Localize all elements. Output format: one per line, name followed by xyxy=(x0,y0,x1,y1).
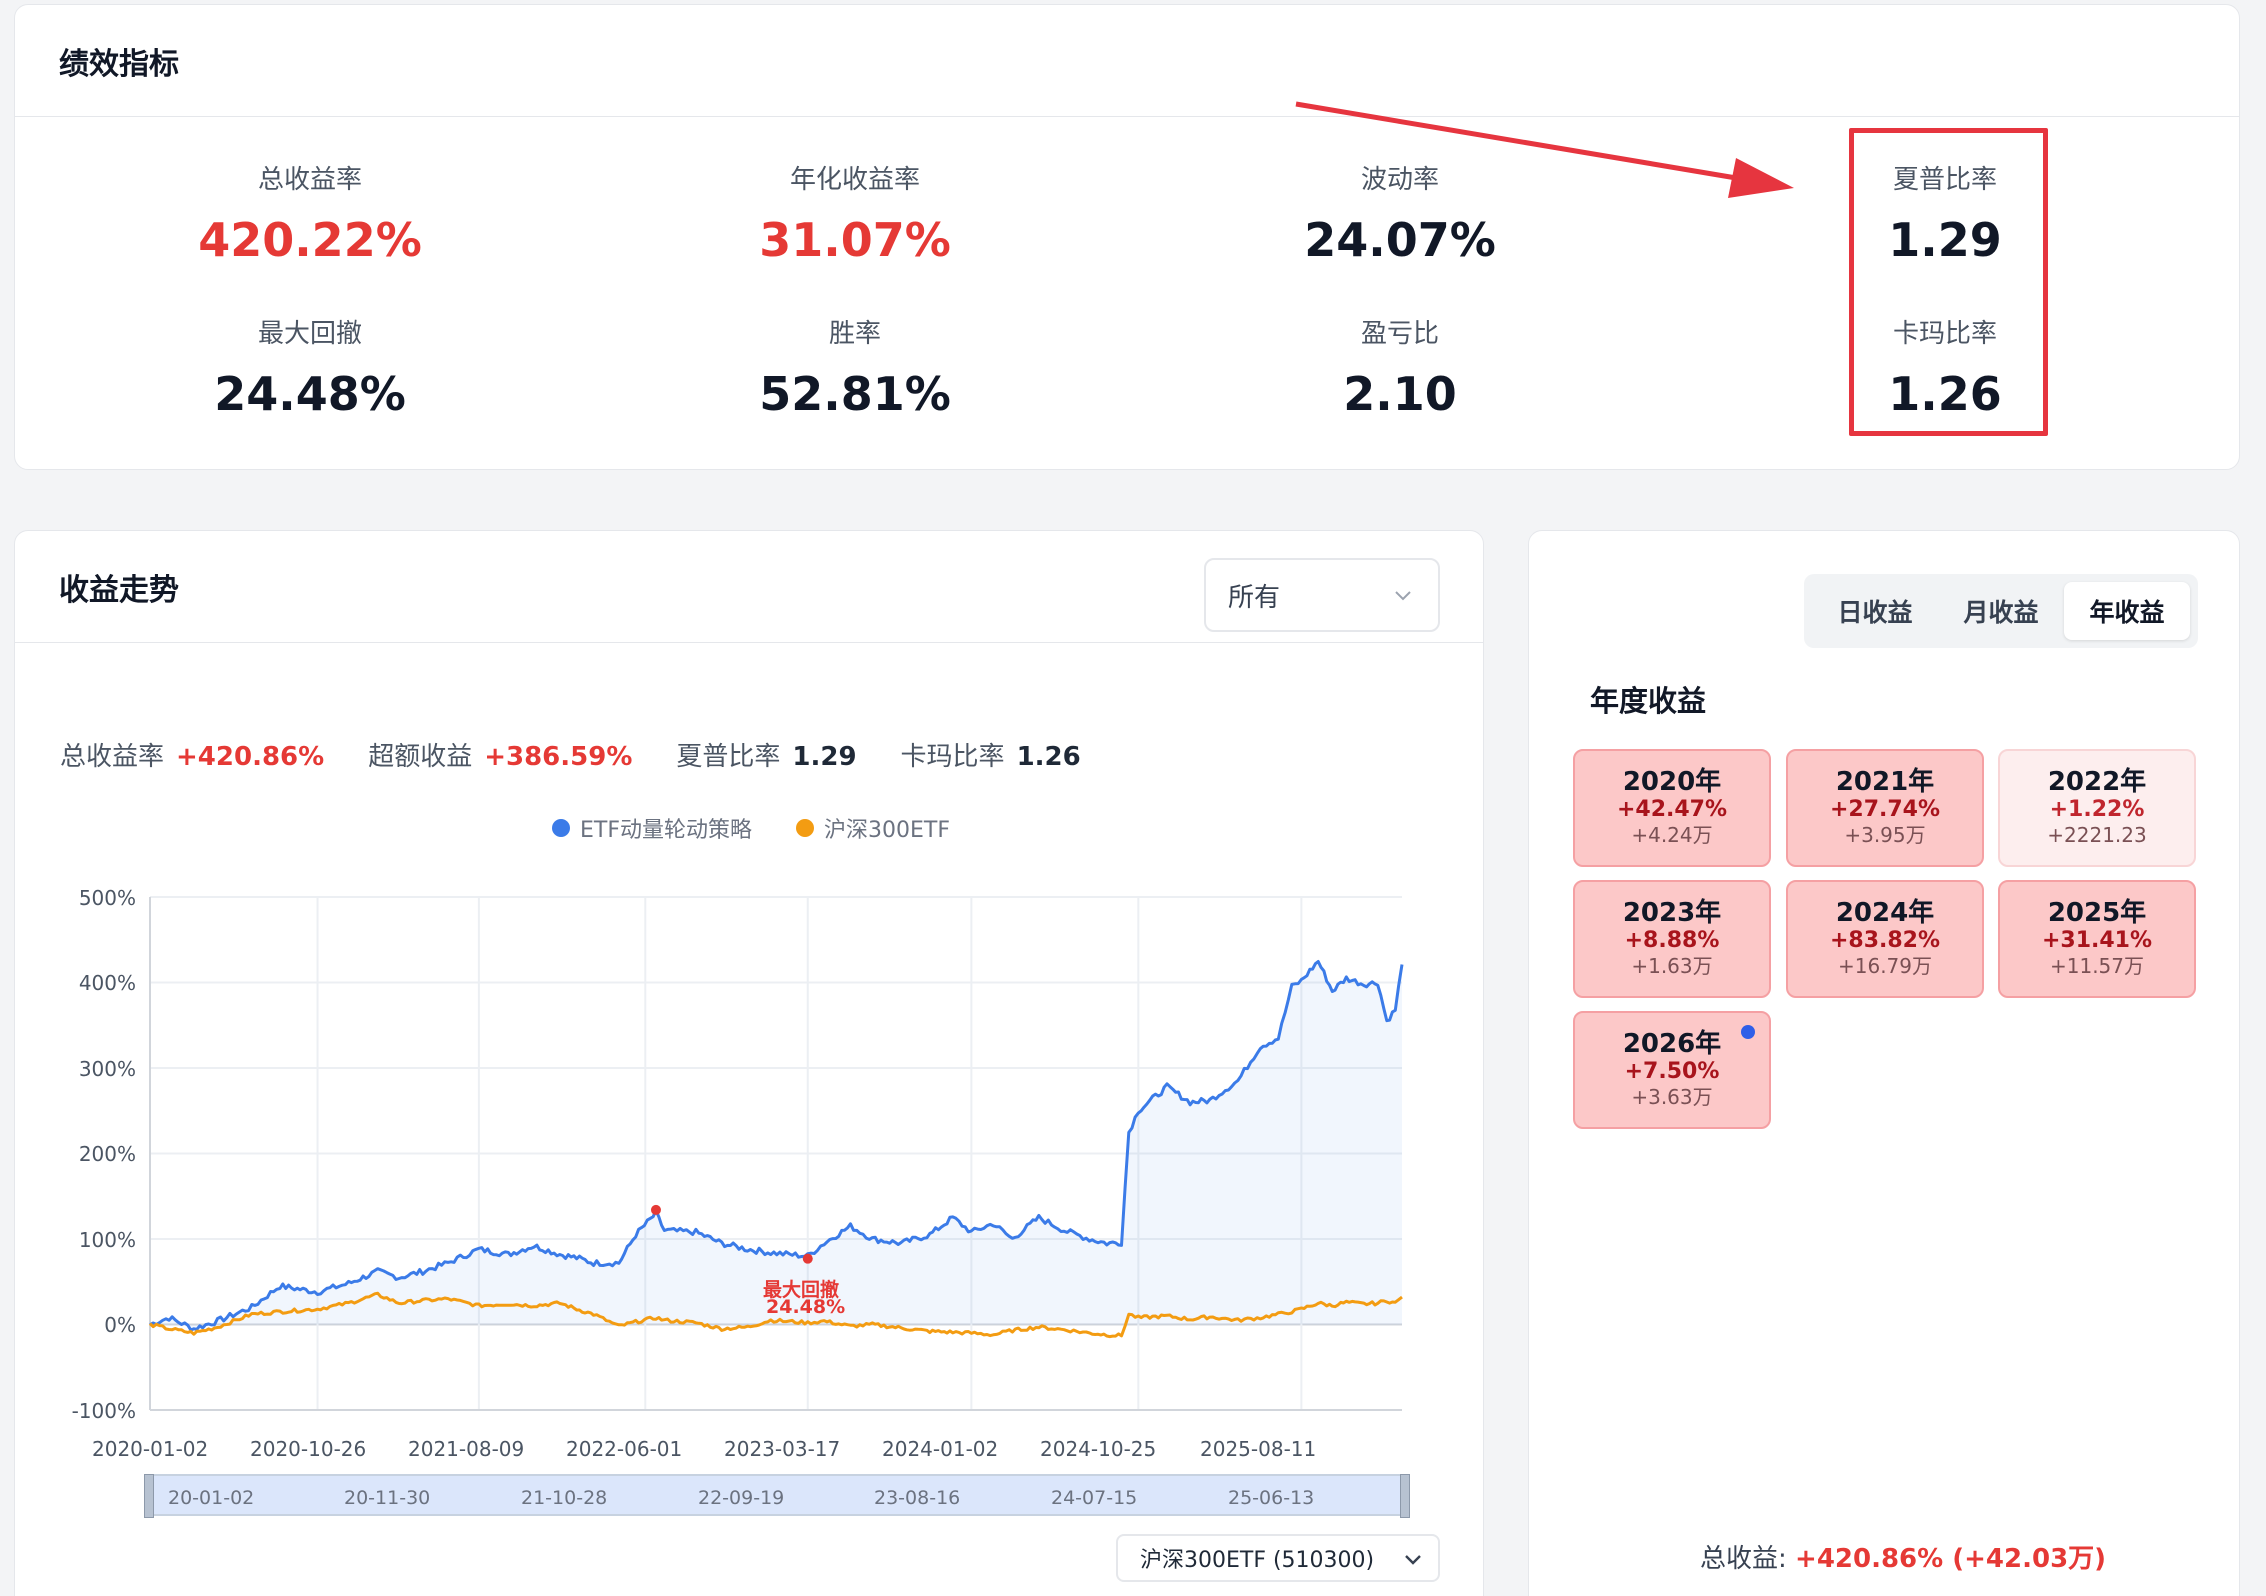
year-cell-2020[interactable]: 2020年 +42.47% +4.24万 xyxy=(1573,749,1771,867)
year-label: 2020年 xyxy=(1622,767,1722,797)
drawdown-marker xyxy=(650,1204,661,1215)
benchmark-select[interactable]: 沪深300ETF (510300) xyxy=(1116,1534,1440,1582)
year-return: +83.82% xyxy=(1829,928,1941,953)
year-label: 2024年 xyxy=(1835,898,1935,928)
slider-handle-right[interactable] xyxy=(1400,1474,1410,1518)
year-cell-2024[interactable]: 2024年 +83.82% +16.79万 xyxy=(1786,880,1984,998)
year-label: 2022年 xyxy=(2047,767,2147,797)
total-value: +420.86% (+42.03万) xyxy=(1795,1544,2107,1574)
drawdown-marker xyxy=(802,1253,813,1264)
slider-label: 20-11-30 xyxy=(344,1487,431,1509)
slider-label: 22-09-19 xyxy=(698,1487,785,1509)
year-label: 2021年 xyxy=(1835,767,1935,797)
slider-label: 21-10-28 xyxy=(521,1487,608,1509)
year-cell-2026[interactable]: 2026年 +7.50% +3.63万 xyxy=(1573,1011,1771,1129)
year-amount: +11.57万 xyxy=(2049,954,2144,978)
year-return: +7.50% xyxy=(1624,1059,1720,1084)
year-return: +31.41% xyxy=(2041,928,2153,953)
tab-monthly[interactable]: 月收益 xyxy=(1938,582,2064,640)
year-amount: +2221.23 xyxy=(2047,823,2147,847)
total-label: 总收益: xyxy=(1700,1544,1787,1574)
benchmark-select-value: 沪深300ETF (510300) xyxy=(1140,1548,1375,1573)
year-amount: +16.79万 xyxy=(1837,954,1932,978)
chevron-down-icon xyxy=(1405,1555,1421,1565)
year-cell-2021[interactable]: 2021年 +27.74% +3.95万 xyxy=(1786,749,1984,867)
year-label: 2026年 xyxy=(1622,1029,1722,1059)
year-amount: +4.24万 xyxy=(1631,823,1713,847)
year-return: +27.74% xyxy=(1829,797,1941,822)
year-return: +8.88% xyxy=(1624,928,1720,953)
year-amount: +3.95万 xyxy=(1844,823,1926,847)
year-amount: +3.63万 xyxy=(1631,1085,1713,1109)
slider-label: 20-01-02 xyxy=(168,1487,255,1509)
year-amount: +1.63万 xyxy=(1631,954,1713,978)
year-return: +1.22% xyxy=(2049,797,2145,822)
tab-daily[interactable]: 日收益 xyxy=(1812,582,1938,640)
year-cell-2023[interactable]: 2023年 +8.88% +1.63万 xyxy=(1573,880,1771,998)
return-period-tabs: 日收益 月收益 年收益 xyxy=(1804,574,2198,648)
drawdown-value: 24.48% xyxy=(766,1296,846,1318)
year-label: 2023年 xyxy=(1622,898,1722,928)
current-year-indicator xyxy=(1741,1025,1755,1039)
total-return-summary: 总收益: +420.86% (+42.03万) xyxy=(1700,1538,2106,1575)
annual-title: 年度收益 xyxy=(1589,684,1706,718)
slider-label: 24-07-15 xyxy=(1051,1487,1138,1509)
year-return: +42.47% xyxy=(1616,797,1728,822)
year-cell-2022[interactable]: 2022年 +1.22% +2221.23 xyxy=(1998,749,2196,867)
slider-label: 25-06-13 xyxy=(1228,1487,1315,1509)
tab-yearly[interactable]: 年收益 xyxy=(2064,582,2190,640)
year-label: 2025年 xyxy=(2047,898,2147,928)
slider-label: 23-08-16 xyxy=(874,1487,961,1509)
slider-handle-left[interactable] xyxy=(144,1474,154,1518)
year-cell-2025[interactable]: 2025年 +31.41% +11.57万 xyxy=(1998,880,2196,998)
